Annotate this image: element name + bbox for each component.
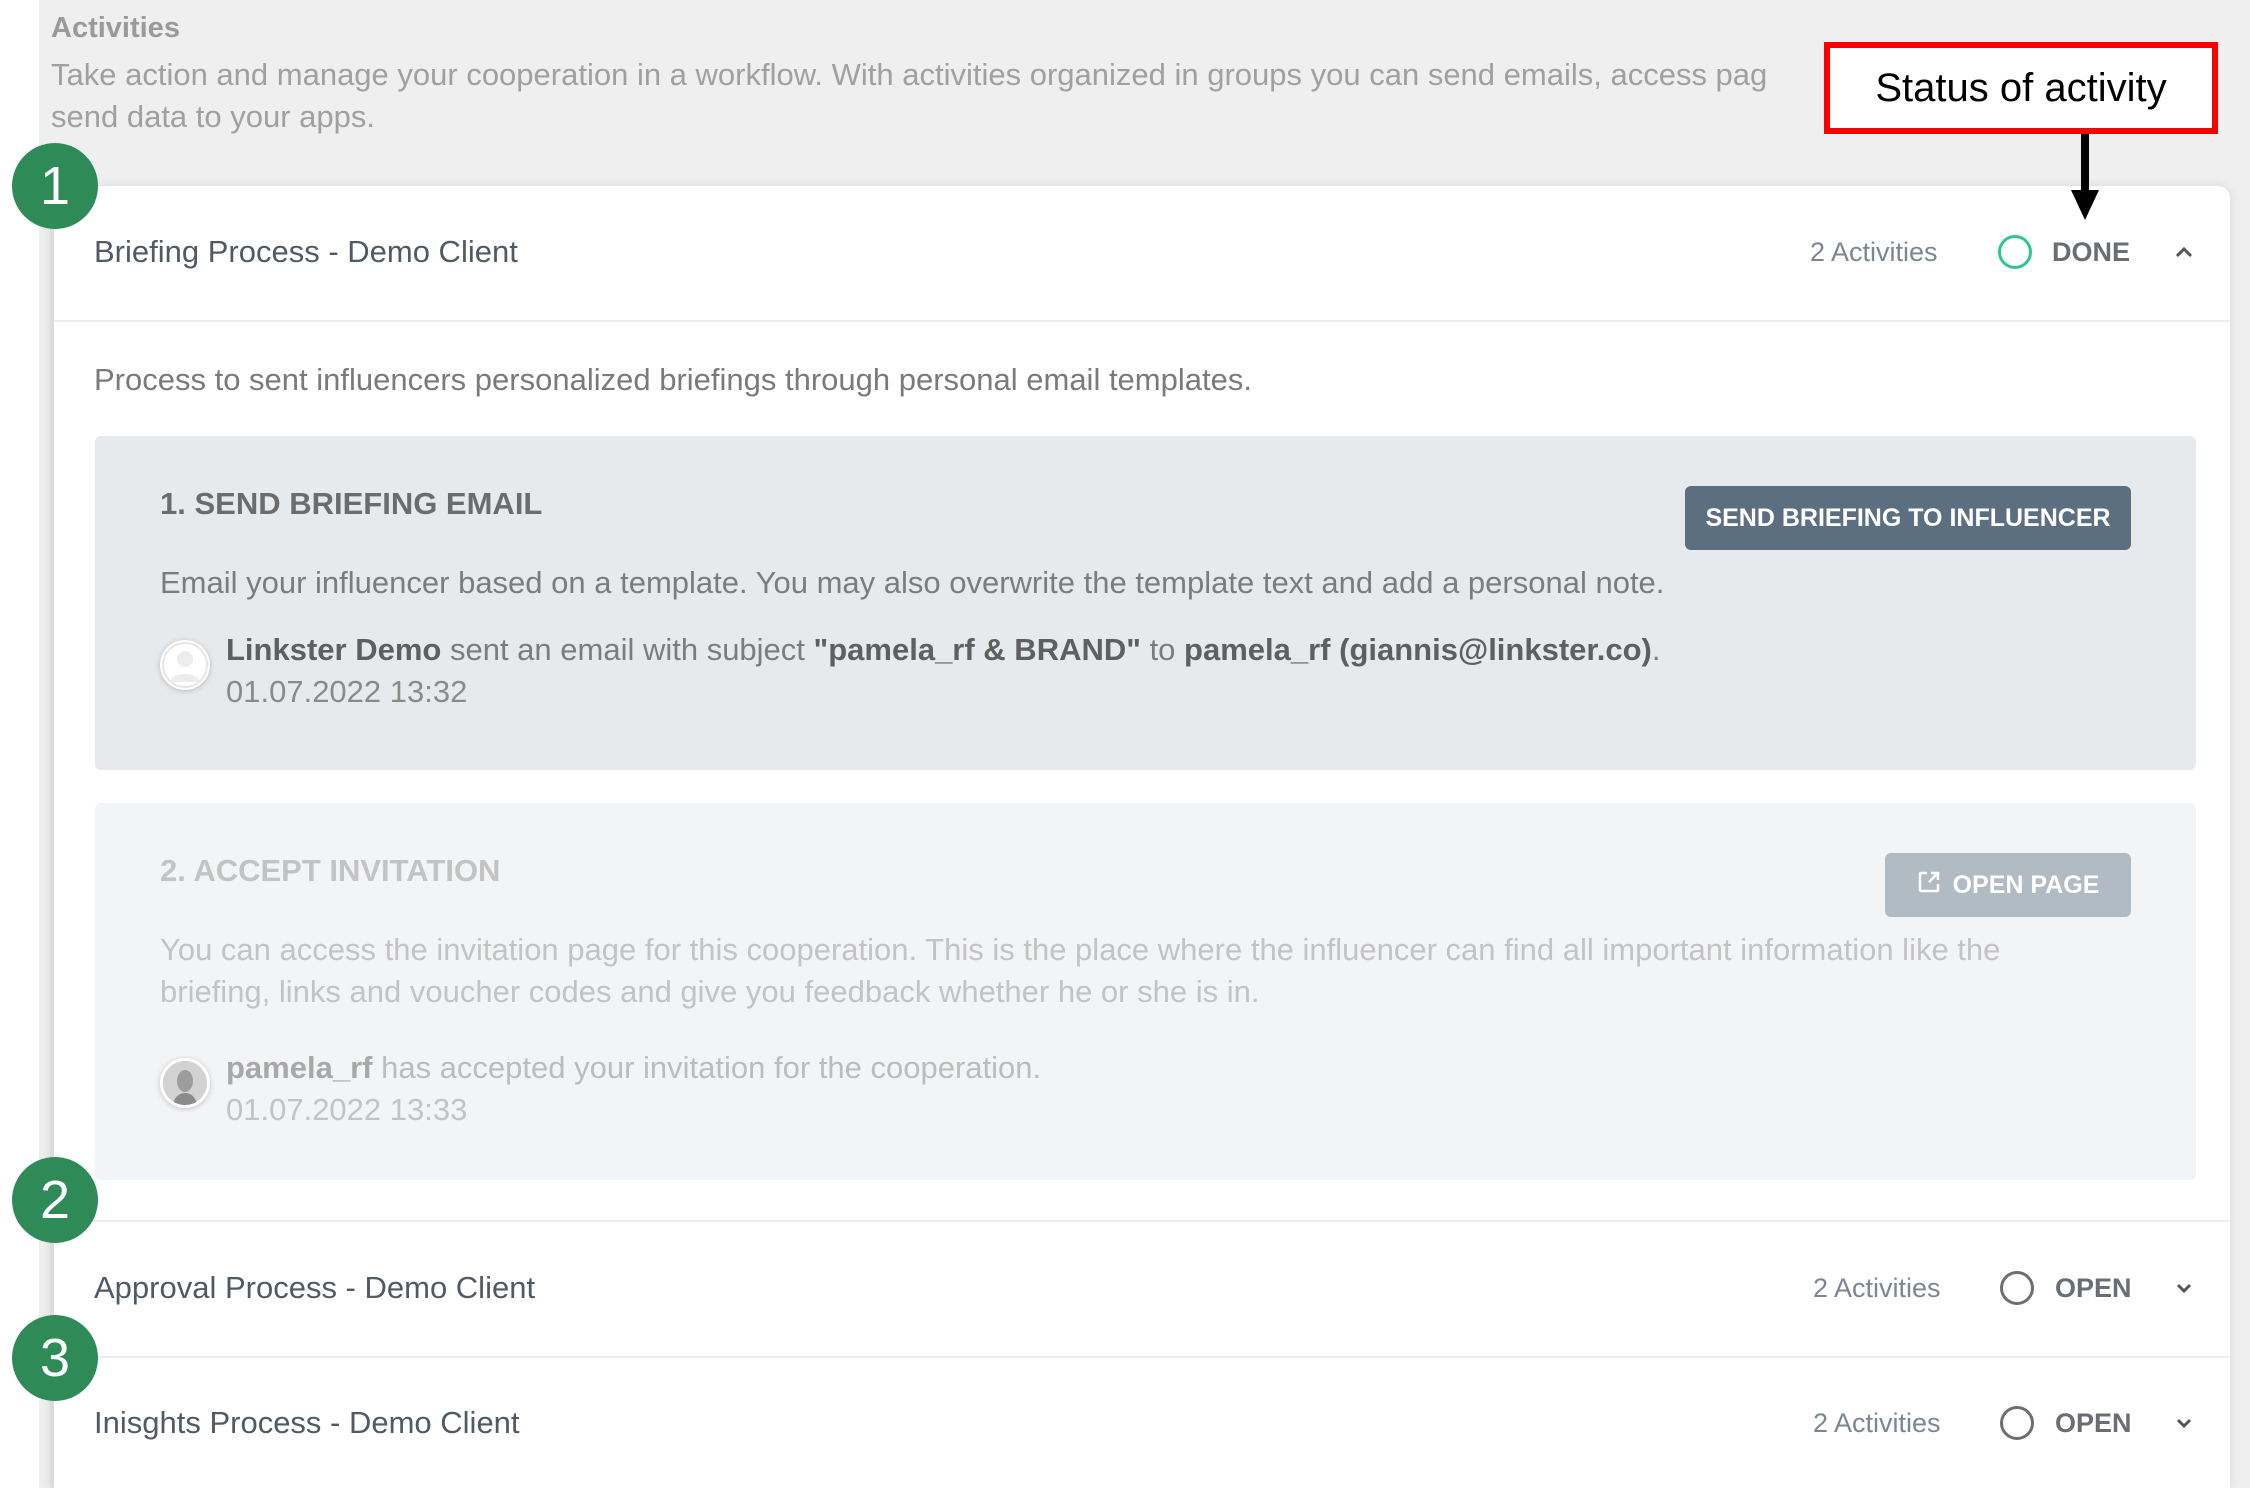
activity-groups-card: Briefing Process - Demo Client 2 Activit… — [50, 186, 2230, 1488]
influencer-avatar-icon — [160, 1058, 210, 1108]
page-description-line-1: Take action and manage your cooperation … — [51, 57, 1768, 92]
status-open-circle-icon — [2000, 1406, 2034, 1440]
log-timestamp: 01.07.2022 13:33 — [226, 1092, 468, 1127]
status-label: OPEN — [2055, 1407, 2132, 1438]
group-activity-count: 2 Activities — [1810, 236, 1938, 267]
log-recipient: pamela_rf (giannis@linkster.co) — [1184, 632, 1652, 667]
status-label: OPEN — [2055, 1272, 2132, 1303]
arrow-down-icon — [2071, 134, 2099, 220]
divider — [54, 1220, 2230, 1222]
group-header-insights[interactable]: Inisghts Process - Demo Client 2 Activit… — [54, 1377, 2230, 1469]
group-title: Inisghts Process - Demo Client — [94, 1405, 520, 1440]
send-briefing-button[interactable]: SEND BRIEFING TO INFLUENCER — [1685, 486, 2131, 550]
group-activity-count: 2 Activities — [1813, 1272, 1941, 1303]
group-header-briefing[interactable]: Briefing Process - Demo Client 2 Activit… — [54, 206, 2230, 298]
open-page-button-label: OPEN PAGE — [1952, 870, 2100, 899]
log-actor: Linkster Demo — [226, 632, 442, 667]
log-text: pamela_rf has accepted your invitation f… — [226, 1050, 1041, 1086]
page-description: Take action and manage your cooperation … — [51, 54, 1851, 138]
status-label: DONE — [2052, 236, 2131, 267]
log-actor: pamela_rf — [226, 1050, 373, 1085]
step-badge-3: 3 — [12, 1315, 98, 1401]
page-description-line-2: send data to your apps. — [51, 99, 376, 134]
group-activity-count: 2 Activities — [1813, 1407, 1941, 1438]
log-end: . — [1651, 632, 1661, 667]
log-timestamp: 01.07.2022 13:32 — [226, 674, 468, 709]
log-action: sent an email with subject — [441, 632, 814, 667]
log-text: Linkster Demo sent an email with subject… — [226, 632, 1661, 668]
status-open-circle-icon — [2000, 1271, 2034, 1305]
status-annotation-callout: Status of activity — [1824, 42, 2218, 134]
send-briefing-button-label: SEND BRIEFING TO INFLUENCER — [1705, 503, 2111, 532]
open-page-button[interactable]: OPEN PAGE — [1885, 853, 2131, 917]
activity-send-briefing-email: 1. SEND BRIEFING EMAIL SEND BRIEFING TO … — [95, 436, 2196, 770]
divider — [54, 1356, 2230, 1358]
group-title: Briefing Process - Demo Client — [94, 234, 518, 269]
group-title: Approval Process - Demo Client — [94, 1270, 536, 1305]
step-badge-2: 2 — [12, 1157, 98, 1243]
activity-title: 1. SEND BRIEFING EMAIL — [160, 486, 543, 521]
divider — [54, 320, 2230, 322]
group-description: Process to sent influencers personalized… — [94, 362, 1252, 397]
chevron-up-icon[interactable] — [2172, 240, 2196, 264]
group-header-approval[interactable]: Approval Process - Demo Client 2 Activit… — [54, 1242, 2230, 1334]
annotation-label: Status of activity — [1875, 65, 2167, 110]
external-link-icon — [1917, 870, 1941, 901]
user-avatar-icon — [160, 640, 210, 690]
activity-description: You can access the invitation page for t… — [160, 932, 2001, 1009]
chevron-down-icon[interactable] — [2172, 1411, 2196, 1435]
step-badge-1: 1 — [12, 143, 98, 229]
activity-accept-invitation: 2. ACCEPT INVITATION OPEN PAGE You can a… — [95, 803, 2196, 1180]
activity-title: 2. ACCEPT INVITATION — [160, 853, 501, 888]
chevron-down-icon[interactable] — [2172, 1276, 2196, 1300]
page-title: Activities — [51, 12, 180, 44]
activity-description: Email your influencer based on a templat… — [160, 565, 1665, 600]
log-action: has accepted your invitation for the coo… — [372, 1050, 1042, 1085]
log-to: to — [1140, 632, 1185, 667]
log-subject: "pamela_rf & BRAND" — [813, 632, 1141, 667]
status-done-circle-icon — [1998, 235, 2032, 269]
